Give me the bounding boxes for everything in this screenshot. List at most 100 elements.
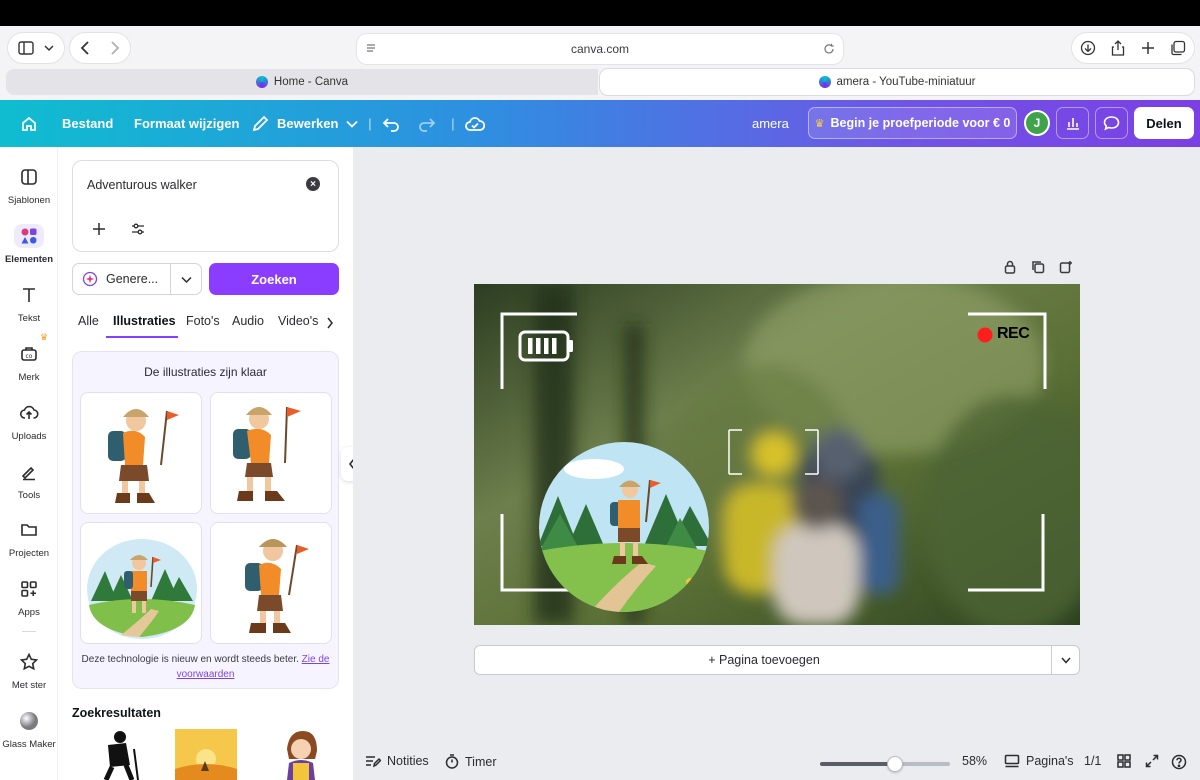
hiker-illustration — [233, 406, 301, 501]
notes-label: Notities — [387, 754, 429, 768]
prompt-input[interactable]: Adventurous walker × — [72, 160, 339, 252]
back-icon[interactable] — [80, 41, 90, 55]
comment-icon — [1103, 116, 1120, 131]
notes-button[interactable]: Notities — [365, 754, 429, 768]
fullscreen-button[interactable] — [1145, 754, 1159, 768]
resize-button[interactable]: Formaat wijzigen — [134, 100, 239, 147]
rail-item-uploads[interactable]: Uploads — [0, 401, 58, 442]
add-page-icon[interactable] — [1059, 260, 1073, 274]
insights-button[interactable] — [1056, 107, 1089, 139]
download-icon[interactable] — [1080, 40, 1096, 56]
pages-icon — [1004, 754, 1020, 768]
active-filter-indicator — [106, 336, 178, 338]
avatar[interactable]: J — [1024, 110, 1050, 136]
rail-label: Apps — [18, 607, 40, 618]
filter-videos[interactable]: Video's — [278, 314, 318, 328]
design-canvas[interactable]: REC — [474, 284, 1080, 625]
save-status-button[interactable] — [465, 100, 485, 147]
filter-illustrations[interactable]: Illustraties — [113, 314, 176, 328]
document-title[interactable]: amera — [752, 100, 789, 147]
illustration-result[interactable] — [80, 522, 202, 644]
rail-item-brand[interactable]: co Merk — [0, 342, 58, 383]
timer-button[interactable]: Timer — [445, 754, 496, 769]
add-button[interactable] — [89, 219, 109, 239]
pages-button[interactable]: Pagina's — [1004, 754, 1074, 768]
tools-icon — [21, 466, 35, 481]
rail-label: Met ster — [11, 680, 47, 691]
comments-button[interactable] — [1095, 107, 1128, 139]
grid-view-button[interactable] — [1117, 754, 1131, 768]
rail-item-glass-maker[interactable]: Glass Maker — [0, 709, 58, 750]
rail-item-projects[interactable]: Projecten — [0, 518, 58, 559]
search-results-heading: Zoekresultaten — [72, 706, 161, 720]
share-button[interactable]: Delen — [1134, 107, 1194, 139]
rail-item-tools[interactable]: Tools — [0, 460, 58, 501]
new-tab-icon[interactable] — [1141, 41, 1155, 55]
ai-disclaimer: Deze technologie is nieuw en wordt steed… — [81, 652, 330, 682]
settings-button[interactable] — [128, 219, 148, 239]
apps-icon — [21, 581, 37, 597]
share-icon[interactable] — [1111, 40, 1125, 56]
filter-audio[interactable]: Audio — [232, 314, 264, 328]
svg-text:co: co — [26, 353, 33, 360]
rail-item-apps[interactable]: Apps — [0, 577, 58, 618]
plus-icon — [93, 223, 105, 235]
zoom-slider-fill — [820, 762, 896, 766]
help-button[interactable] — [1171, 754, 1187, 770]
illustration-result[interactable] — [210, 392, 332, 514]
tab-label: amera - YouTube-miniatuur — [836, 76, 976, 88]
generator-select[interactable]: Genere... — [72, 263, 202, 295]
lock-icon[interactable] — [1003, 260, 1017, 274]
text-icon — [23, 288, 35, 302]
clear-prompt-button[interactable]: × — [306, 177, 320, 191]
filter-all[interactable]: Alle — [78, 314, 99, 328]
redo-button[interactable] — [418, 100, 436, 147]
left-rail: Sjablonen Elementen Tekst ♛ co Merk Uplo… — [0, 147, 58, 780]
timer-label: Timer — [465, 754, 497, 769]
pages-label: Pagina's — [1026, 754, 1074, 768]
duplicate-icon[interactable] — [1031, 260, 1045, 274]
rail-item-elements[interactable]: Elementen — [0, 224, 58, 265]
undo-button[interactable] — [382, 100, 400, 147]
tab-amera[interactable]: amera - YouTube-miniatuur — [600, 69, 1194, 95]
filter-photos[interactable]: Foto's — [186, 314, 220, 328]
folder-icon — [21, 524, 37, 536]
generator-label: Genere... — [106, 272, 159, 286]
tab-overview-icon[interactable] — [1170, 40, 1186, 56]
rail-item-starred[interactable]: Met ster — [0, 650, 58, 691]
zoom-level[interactable]: 58% — [962, 754, 987, 768]
sidebar-toggle-button[interactable] — [8, 33, 64, 63]
home-button[interactable] — [20, 100, 38, 147]
trial-button[interactable]: ♛ Begin je proefperiode voor € 0 — [808, 107, 1017, 139]
edit-label: Bewerken — [277, 116, 339, 131]
search-result-item[interactable] — [271, 729, 333, 780]
zoom-slider-handle[interactable] — [887, 756, 904, 772]
zoom-slider[interactable] — [820, 756, 950, 772]
browser-actions — [1072, 33, 1194, 63]
fullscreen-icon — [1145, 754, 1159, 768]
add-page-button[interactable]: + Pagina toevoegen — [474, 645, 1080, 675]
rail-item-text[interactable]: Tekst — [0, 283, 58, 324]
illustration-result[interactable] — [210, 522, 332, 644]
bar-chart-icon — [1066, 118, 1079, 130]
search-result-item[interactable] — [175, 729, 237, 780]
tab-home-canva[interactable]: Home - Canva — [6, 69, 598, 95]
rail-divider — [22, 631, 36, 632]
timer-icon — [445, 754, 459, 769]
file-menu[interactable]: Bestand — [62, 100, 113, 147]
address-bar[interactable]: canva.com — [357, 34, 843, 64]
canva-favicon-icon — [818, 76, 831, 88]
illustration-result[interactable] — [80, 392, 202, 514]
edit-menu[interactable]: Bewerken — [252, 100, 359, 147]
add-page-options-button[interactable] — [1051, 646, 1079, 674]
url-text: canva.com — [570, 42, 630, 56]
add-page-label: + Pagina toevoegen — [708, 653, 820, 667]
generated-illustrations: De illustraties zijn klaar Deze technolo… — [72, 351, 339, 689]
search-button[interactable]: Zoeken — [209, 263, 339, 295]
chevron-right-icon[interactable] — [326, 317, 334, 329]
rail-item-templates[interactable]: Sjablonen — [0, 165, 58, 206]
search-result-item[interactable] — [86, 729, 148, 780]
reload-icon[interactable] — [823, 43, 835, 55]
rail-label: Tools — [17, 490, 41, 501]
forward-icon[interactable] — [110, 41, 120, 55]
